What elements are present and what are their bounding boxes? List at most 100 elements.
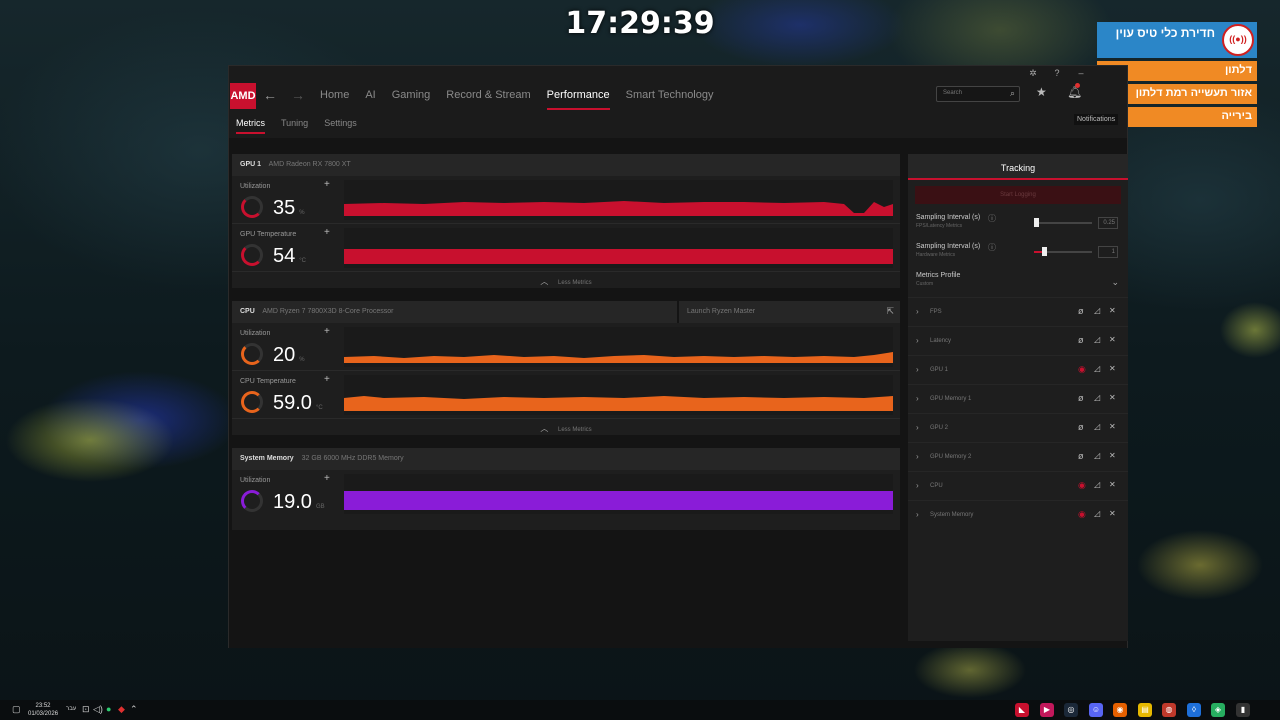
pin-icon[interactable]: ✕ (1109, 422, 1116, 431)
pin-icon[interactable]: ✕ (1109, 509, 1116, 518)
discord-icon[interactable]: ☺ (1089, 703, 1103, 717)
add-metric-icon[interactable]: + (324, 326, 330, 337)
subtab-tuning[interactable]: Tuning (281, 118, 308, 128)
help-circle-icon[interactable]: ⓘ (988, 242, 996, 253)
tracking-row[interactable]: › GPU 1 ◉ ◿ ✕ (908, 355, 1128, 384)
volume-icon[interactable]: ◁) (93, 704, 103, 715)
sampling-fps-slider[interactable] (1034, 218, 1092, 227)
steam-icon[interactable]: ◎ (1064, 703, 1078, 717)
chevron-up-icon[interactable]: ⌃ (130, 704, 138, 715)
firefox-icon[interactable]: ◉ (1113, 703, 1127, 717)
chart-icon[interactable]: ◿ (1094, 306, 1100, 315)
chart-icon[interactable]: ◿ (1094, 364, 1100, 373)
search-input[interactable]: Search ⌕ (936, 86, 1020, 102)
chevron-right-icon[interactable]: › (916, 394, 919, 403)
less-metrics-toggle[interactable]: ︿ Less Metrics (232, 419, 900, 435)
chart-icon[interactable]: ◿ (1094, 451, 1100, 460)
tray-clock[interactable]: 23:52 01/03/2026 (28, 702, 58, 718)
pin-icon[interactable]: ✕ (1109, 393, 1116, 402)
chevron-right-icon[interactable]: › (916, 481, 919, 490)
chevron-right-icon[interactable]: › (916, 452, 919, 461)
eye-icon[interactable]: ◉ (1078, 364, 1086, 375)
tab-ai[interactable]: AI (365, 89, 375, 101)
pin-icon[interactable]: ✕ (1109, 364, 1116, 373)
launch-label: Launch Ryzen Master (687, 308, 756, 315)
metrics-profile-dropdown[interactable]: Metrics Profile Custom ⌄ (908, 268, 1128, 297)
eye-icon[interactable]: ◉ (1078, 480, 1086, 491)
chevron-right-icon[interactable]: › (916, 307, 919, 316)
less-metrics-toggle[interactable]: ︿ Less Metrics (232, 272, 900, 288)
favorites-star-icon[interactable]: ★ (1036, 85, 1047, 99)
chart-icon[interactable]: ◿ (1094, 422, 1100, 431)
tracking-row[interactable]: › GPU 2 ø ◿ ✕ (908, 413, 1128, 442)
memory-panel: System Memory 32 GB 6000 MHz DDR5 Memory… (232, 448, 900, 530)
add-metric-icon[interactable]: + (324, 473, 330, 484)
terminal-icon[interactable]: ▮ (1236, 703, 1250, 717)
launch-ryzen-master-button[interactable]: Launch Ryzen Master ⇱ (677, 301, 900, 323)
amd-app-icon[interactable]: ◣ (1015, 703, 1029, 717)
subtab-settings[interactable]: Settings (324, 118, 357, 128)
device-name: 32 GB 6000 MHz DDR5 Memory (301, 455, 404, 462)
metric-label: Utilization (240, 330, 271, 337)
notification-center-icon[interactable]: ▢ (12, 704, 21, 715)
tracking-row[interactable]: › Latency ø ◿ ✕ (908, 326, 1128, 355)
vscode-icon[interactable]: ◊ (1187, 703, 1201, 717)
tab-smart-technology[interactable]: Smart Technology (626, 89, 714, 101)
amd-tray-icon[interactable]: ◆ (118, 704, 125, 715)
tab-performance[interactable]: Performance (546, 89, 610, 110)
pin-icon[interactable]: ✕ (1109, 451, 1116, 460)
tracking-row[interactable]: › GPU Memory 1 ø ◿ ✕ (908, 384, 1128, 413)
chart-icon[interactable]: ◿ (1094, 480, 1100, 489)
eye-off-icon[interactable]: ø (1078, 306, 1084, 316)
tab-gaming[interactable]: Gaming (392, 89, 431, 101)
eye-off-icon[interactable]: ø (1078, 393, 1084, 403)
pin-icon[interactable]: ✕ (1109, 480, 1116, 489)
chart-icon[interactable]: ◿ (1094, 509, 1100, 518)
add-metric-icon[interactable]: + (324, 227, 330, 238)
eye-off-icon[interactable]: ø (1078, 422, 1084, 432)
chart-icon[interactable]: ◿ (1094, 335, 1100, 344)
language-indicator[interactable]: עבר (66, 706, 76, 712)
chevron-right-icon[interactable]: › (916, 423, 919, 432)
help-circle-icon[interactable]: ⓘ (988, 213, 996, 224)
gauge-icon (241, 490, 263, 512)
pin-icon[interactable]: ✕ (1109, 335, 1116, 344)
search-icon[interactable]: ⌕ (1010, 88, 1015, 99)
slider-knob[interactable] (1034, 218, 1039, 227)
arrow-right-icon[interactable]: → (291, 87, 305, 103)
sampling-fps-value[interactable]: 0.25 (1098, 217, 1118, 229)
slider-knob[interactable] (1042, 247, 1047, 256)
tab-home[interactable]: Home (320, 89, 349, 101)
tracking-row[interactable]: › System Memory ◉ ◿ ✕ (908, 500, 1128, 529)
pin-icon[interactable]: ✕ (1109, 306, 1116, 315)
bug-icon[interactable]: ✲ (1026, 68, 1040, 79)
add-metric-icon[interactable]: + (324, 374, 330, 385)
chevron-right-icon[interactable]: › (916, 336, 919, 345)
subtab-metrics[interactable]: Metrics (236, 118, 265, 134)
media-app-icon[interactable]: ▶ (1040, 703, 1054, 717)
start-logging-button[interactable]: Start Logging (915, 186, 1121, 204)
chrome-icon[interactable]: ◍ (1162, 703, 1176, 717)
network-icon[interactable]: ⊡ (82, 704, 90, 715)
tab-record-stream[interactable]: Record & Stream (446, 89, 530, 101)
file-explorer-icon[interactable]: ▤ (1138, 703, 1152, 717)
sampling-hw-value[interactable]: 1 (1098, 246, 1118, 258)
tracking-row[interactable]: › GPU Memory 2 ø ◿ ✕ (908, 442, 1128, 471)
arrow-left-icon[interactable]: ← (263, 87, 277, 103)
tracking-row[interactable]: › CPU ◉ ◿ ✕ (908, 471, 1128, 500)
minimize-icon[interactable]: – (1074, 68, 1088, 78)
amd-logo[interactable]: AMD (230, 83, 256, 109)
sampling-hw-slider[interactable] (1034, 247, 1092, 256)
chevron-right-icon[interactable]: › (916, 365, 919, 374)
eye-icon[interactable]: ◉ (1078, 509, 1086, 520)
chart-icon[interactable]: ◿ (1094, 393, 1100, 402)
app-tray-icon[interactable]: ● (106, 704, 111, 714)
tracking-row[interactable]: › FPS ø ◿ ✕ (908, 297, 1128, 326)
chat-app-icon[interactable]: ◈ (1211, 703, 1225, 717)
add-metric-icon[interactable]: + (324, 179, 330, 190)
chevron-right-icon[interactable]: › (916, 510, 919, 519)
eye-off-icon[interactable]: ø (1078, 335, 1084, 345)
chevron-up-icon: ︿ (540, 424, 549, 433)
eye-off-icon[interactable]: ø (1078, 451, 1084, 461)
help-icon[interactable]: ? (1050, 68, 1064, 78)
